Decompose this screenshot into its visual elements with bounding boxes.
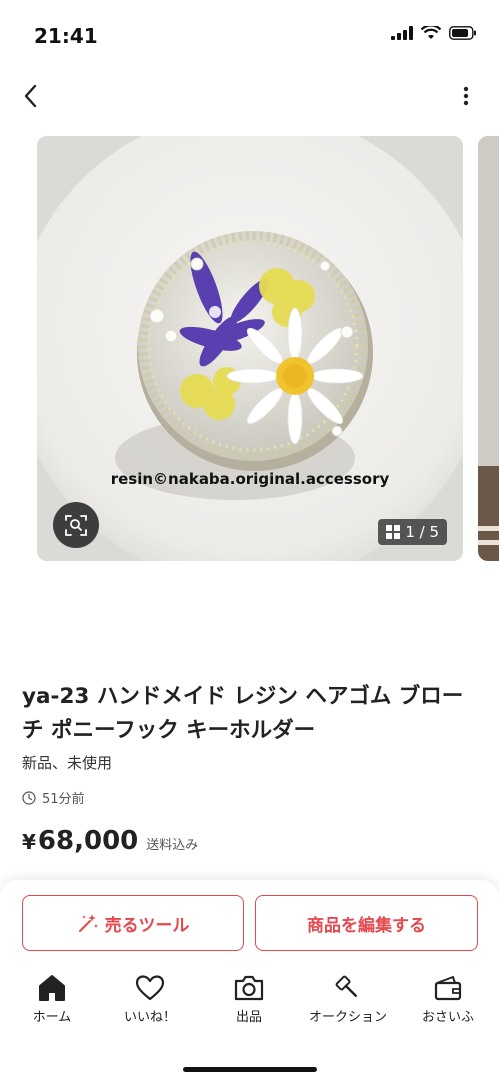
- camera-icon: [234, 975, 264, 1001]
- shipping-label: 送料込み: [146, 838, 199, 853]
- more-vertical-icon: [463, 86, 469, 106]
- tab-sell[interactable]: 出品: [199, 974, 299, 1025]
- product-image-gallery[interactable]: resin©nakaba.original.accessory 1 / 5: [37, 136, 463, 561]
- heart-icon: [135, 975, 165, 1001]
- product-photo: [37, 136, 463, 561]
- edit-item-button[interactable]: 商品を編集する: [255, 895, 478, 951]
- wifi-icon: [421, 26, 441, 39]
- product-title: ya-23 ハンドメイド レジン ヘアゴム ブローチ ポニーフック キーホルダー: [22, 684, 464, 743]
- tab-wallet[interactable]: おさいふ: [398, 974, 498, 1025]
- nav-bar: [0, 70, 499, 124]
- battery-icon: [449, 26, 476, 40]
- image-counter-text: 1 / 5: [405, 523, 439, 541]
- status-time: 21:41: [34, 24, 98, 48]
- grid-icon: [386, 525, 401, 539]
- clock-icon: [22, 790, 36, 805]
- price-value: 68,000: [37, 826, 139, 856]
- tab-bar: ホーム いいね！ 出品 オークション おさいふ: [0, 974, 499, 1034]
- home-icon: [39, 975, 65, 1001]
- magic-wand-icon: [78, 914, 98, 932]
- edit-item-label: 商品を編集する: [307, 915, 426, 936]
- wallet-icon: [434, 976, 462, 1001]
- next-image-peek[interactable]: [478, 136, 499, 561]
- tab-home[interactable]: ホーム: [2, 974, 102, 1025]
- home-indicator: [183, 1067, 317, 1072]
- tab-likes-label: いいね！: [123, 1010, 176, 1025]
- status-icons: [391, 26, 477, 40]
- image-search-button[interactable]: [53, 502, 99, 548]
- lens-search-icon: [65, 515, 87, 536]
- sell-tool-label: 売るツール: [104, 915, 190, 936]
- tab-wallet-label: おさいふ: [421, 1010, 474, 1025]
- tab-auction-label: オークション: [308, 1010, 387, 1025]
- image-counter[interactable]: 1 / 5: [378, 519, 447, 545]
- price-currency: ¥: [22, 830, 36, 854]
- price-row: ¥ 68,000 送料込み: [22, 826, 198, 856]
- sell-tool-button[interactable]: 売るツール: [22, 895, 244, 951]
- listing-time: 51分前: [22, 788, 85, 807]
- bottom-panel: 売るツール 商品を編集する ホーム いいね！ 出品 オークション おさいふ: [0, 880, 499, 1080]
- image-watermark: resin©nakaba.original.accessory: [110, 470, 390, 488]
- tab-sell-label: 出品: [235, 1010, 262, 1025]
- next-product-photo: [478, 136, 499, 561]
- gavel-icon: [335, 975, 357, 997]
- tab-home-label: ホーム: [32, 1010, 72, 1025]
- more-options-button[interactable]: [451, 76, 481, 116]
- product-condition: 新品、未使用: [22, 754, 113, 772]
- chevron-left-icon: [24, 84, 37, 108]
- back-button[interactable]: [12, 76, 48, 116]
- tab-auction[interactable]: オークション: [298, 974, 398, 1025]
- listing-time-text: 51分前: [42, 792, 85, 807]
- tab-likes[interactable]: いいね！: [100, 974, 200, 1025]
- signal-icon: [391, 26, 413, 40]
- status-bar: 21:41: [0, 0, 499, 70]
